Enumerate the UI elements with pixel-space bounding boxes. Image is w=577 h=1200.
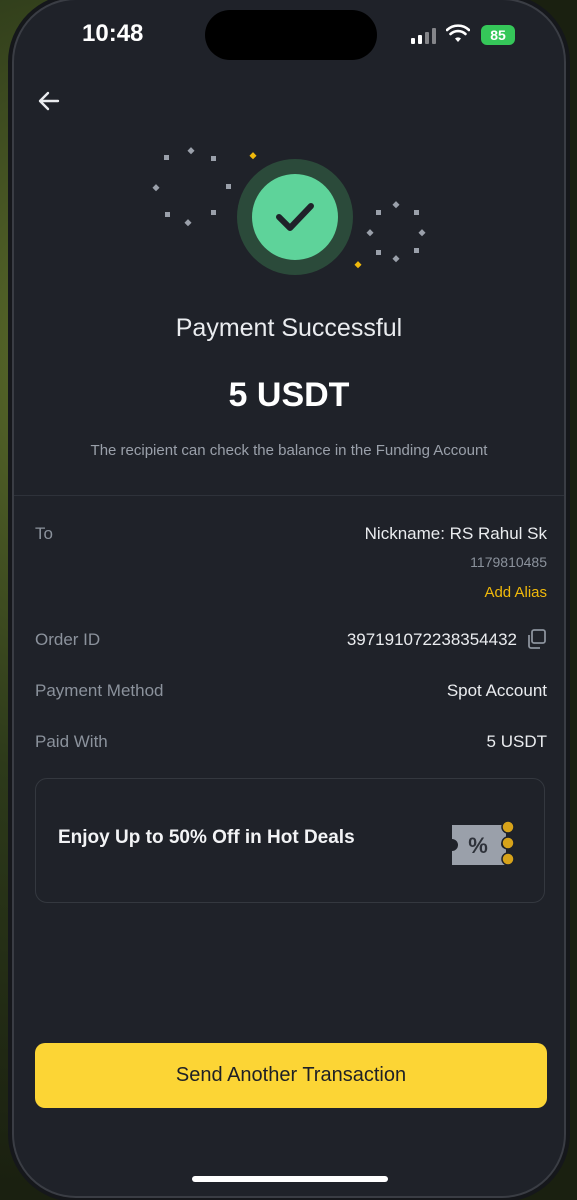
copy-icon[interactable] <box>525 628 547 650</box>
hot-deals-text: Enjoy Up to 50% Off in Hot Deals <box>58 827 355 848</box>
recipient-id: 1179810485 <box>470 554 547 570</box>
phone-screen: 10:48 85 Payment Successful 5 USDT The r… <box>14 0 564 1196</box>
order-id-label: Order ID <box>35 630 101 649</box>
add-alias-link[interactable]: Add Alias <box>484 584 547 601</box>
paid-with-label: Paid With <box>35 732 108 751</box>
signal-icon <box>411 27 436 44</box>
status-time: 10:48 <box>82 20 144 47</box>
success-illustration <box>14 140 564 290</box>
battery-level: 85 <box>490 27 506 43</box>
payment-note: The recipient can check the balance in t… <box>90 442 488 459</box>
payment-method-value: Spot Account <box>446 681 547 700</box>
order-id-value: 397191072238354432 <box>346 630 517 649</box>
wifi-icon <box>446 24 470 42</box>
check-icon <box>276 203 314 231</box>
send-another-transaction-button[interactable]: Send Another Transaction <box>35 1043 547 1108</box>
battery-indicator: 85 <box>481 25 515 45</box>
home-indicator[interactable] <box>192 1176 388 1182</box>
to-label: To <box>35 524 53 543</box>
arrow-left-icon[interactable] <box>36 88 62 114</box>
dynamic-island <box>205 10 377 60</box>
divider <box>14 495 564 496</box>
status-bar: 10:48 85 <box>14 0 564 70</box>
hot-deals-banner[interactable]: Enjoy Up to 50% Off in Hot Deals % <box>35 778 545 903</box>
paid-with-value: 5 USDT <box>486 732 547 751</box>
recipient-nickname: Nickname: RS Rahul Sk <box>364 524 547 543</box>
payment-status-title: Payment Successful <box>175 314 403 342</box>
payment-method-label: Payment Method <box>35 681 164 700</box>
coupon-icon: % <box>452 820 515 866</box>
payment-amount: 5 USDT <box>228 376 350 414</box>
svg-text:%: % <box>468 833 488 858</box>
